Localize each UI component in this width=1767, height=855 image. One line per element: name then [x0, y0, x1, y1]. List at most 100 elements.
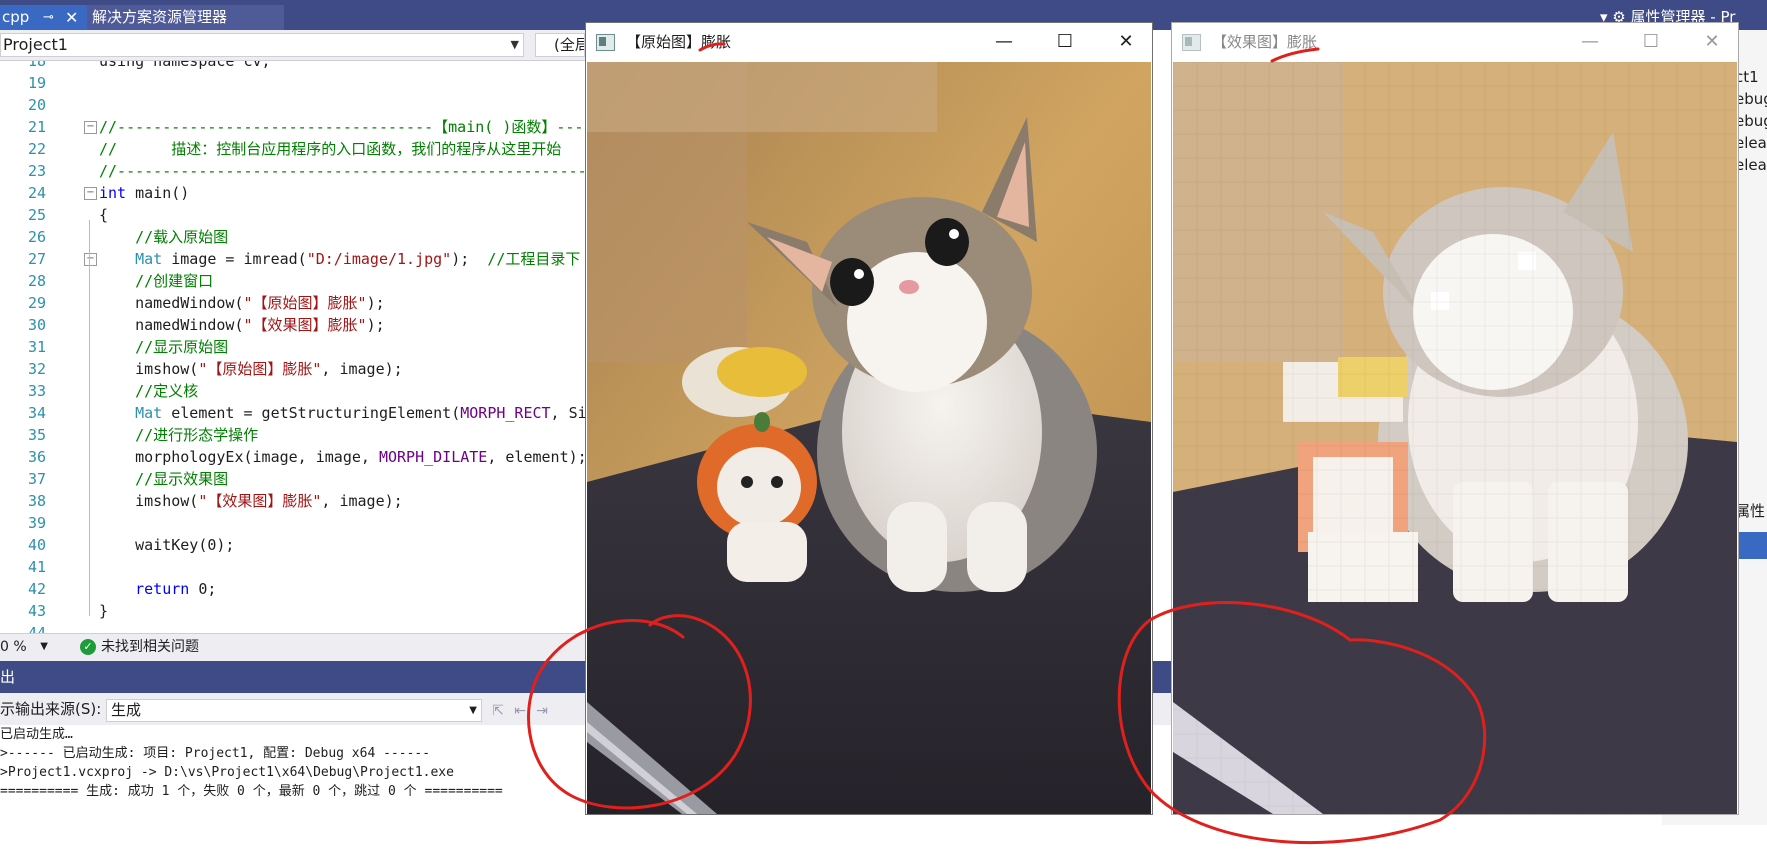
tab-close-icon[interactable]: ✕ — [65, 5, 78, 30]
line-number: 33 — [27, 382, 46, 400]
opencv-window-icon — [1182, 34, 1201, 51]
code-line[interactable]: imshow("【原始图】膨胀", image); — [99, 358, 403, 380]
fold-toggle-icon[interactable]: − — [84, 187, 97, 200]
code-token: //显示效果图 — [99, 470, 229, 488]
code-line[interactable]: morphologyEx(image, image, MORPH_DILATE,… — [99, 446, 585, 468]
code-token: Mat — [135, 250, 163, 268]
code-token: waitKey(0); — [99, 536, 235, 554]
pin-icon[interactable]: ⊸ — [43, 5, 54, 30]
solution-tree-item[interactable]: ebug — [1735, 88, 1767, 110]
code-token: using namespace cv; — [99, 61, 271, 70]
output-source-value: 生成 — [111, 701, 142, 719]
code-line[interactable]: //显示效果图 — [99, 468, 228, 490]
line-number: 24 — [27, 184, 46, 202]
line-number: 35 — [27, 426, 46, 444]
maximize-button[interactable]: ☐ — [1625, 23, 1677, 61]
code-line[interactable]: } — [99, 600, 108, 622]
code-line[interactable]: //载入原始图 — [99, 226, 228, 248]
output-panel-title: 出 — [0, 668, 16, 686]
code-token: namedWindow( — [99, 294, 244, 312]
window-effect[interactable]: 【效果图】膨胀 — ☐ ✕ — [1171, 22, 1739, 815]
code-line[interactable]: //创建窗口 — [99, 270, 213, 292]
document-tab-label: cpp — [2, 8, 30, 26]
line-number: 20 — [27, 96, 46, 114]
output-line: >------ 已启动生成: 项目: Project1, 配置: Debug x… — [0, 746, 431, 761]
code-token: , image); — [321, 492, 403, 510]
code-token: "【原始图】膨胀" — [198, 360, 322, 378]
code-token: int — [99, 184, 127, 202]
code-line[interactable]: { — [99, 204, 108, 226]
code-line[interactable]: //定义核 — [99, 380, 198, 402]
close-button[interactable]: ✕ — [1100, 23, 1152, 61]
line-number: 44 — [27, 624, 46, 633]
line-number: 39 — [27, 514, 46, 532]
output-line: 已启动生成… — [0, 727, 73, 742]
minimize-button[interactable]: — — [1564, 23, 1616, 61]
fold-toggle-icon[interactable]: − — [84, 121, 97, 134]
code-token: MORPH_RECT — [460, 404, 551, 422]
solution-tree-item[interactable]: eleas — [1735, 132, 1767, 154]
code-editor[interactable]: 18 using namespace cv; 19 20 21−//----------… — [0, 61, 585, 633]
code-token: namedWindow( — [99, 316, 244, 334]
code-token: main() — [126, 184, 190, 202]
output-line: ========== 生成: 成功 1 个，失败 0 个，最新 0 个，跳过 0… — [0, 784, 503, 799]
line-number: 36 — [27, 448, 46, 466]
code-line[interactable]: //-----------------------------------【ma… — [99, 116, 583, 138]
code-line[interactable]: namedWindow("【效果图】膨胀"); — [99, 314, 385, 336]
maximize-button[interactable]: ☐ — [1039, 23, 1091, 61]
chevron-down-icon: ▼ — [40, 641, 48, 652]
code-token: ); — [366, 316, 385, 334]
output-source-label: 示输出来源(S): — [0, 700, 102, 718]
line-number: 18 — [27, 61, 46, 70]
code-token: //显示原始图 — [99, 338, 229, 356]
goto-error-icon[interactable]: ⇱ — [488, 701, 508, 721]
code-line[interactable]: imshow("【效果图】膨胀", image); — [99, 490, 403, 512]
code-token: //定义核 — [99, 382, 199, 400]
code-token: , element); — [487, 448, 585, 466]
minimize-button[interactable]: — — [978, 23, 1030, 61]
scope-dropdown[interactable]: (全局 — [535, 33, 585, 57]
prev-message-icon[interactable]: ⇤ — [510, 701, 530, 721]
fold-toggle-icon[interactable]: − — [84, 253, 97, 266]
zoom-dropdown[interactable]: 0 % ▼ — [0, 637, 50, 657]
line-number: 41 — [27, 558, 46, 576]
project-dropdown[interactable]: Project1 ▼ — [0, 33, 524, 57]
line-number: 19 — [27, 74, 46, 92]
dilated-cat-photo — [1173, 62, 1737, 814]
code-line[interactable]: using namespace cv; — [99, 61, 271, 72]
solution-tree-item[interactable]: eleas — [1735, 154, 1767, 176]
document-tab-cpp[interactable]: cpp ⊸ ✕ — [0, 5, 87, 30]
line-number: 42 — [27, 580, 46, 598]
code-line[interactable]: // 描述：控制台应用程序的入口函数，我们的程序从这里开始 — [99, 138, 561, 160]
code-token: imshow( — [99, 492, 199, 510]
window-title: 【原始图】膨胀 — [626, 33, 732, 51]
line-number: 22 — [27, 140, 46, 158]
line-number: 38 — [27, 492, 46, 510]
line-number: 21 — [27, 118, 46, 136]
next-message-icon[interactable]: ⇥ — [532, 701, 552, 721]
close-button[interactable]: ✕ — [1686, 23, 1738, 61]
code-token: ); — [451, 250, 488, 268]
solution-tree-item[interactable]: ebug — [1735, 110, 1767, 132]
code-line[interactable]: //显示原始图 — [99, 336, 228, 358]
output-source-dropdown[interactable]: 生成 ▼ — [106, 699, 482, 722]
code-line[interactable]: namedWindow("【原始图】膨胀"); — [99, 292, 385, 314]
code-token: image = imread( — [162, 250, 307, 268]
zoom-value: 0 % — [0, 639, 27, 655]
code-line[interactable]: waitKey(0); — [99, 534, 234, 556]
line-number: 30 — [27, 316, 46, 334]
code-token: morphologyEx(image, image, — [99, 448, 379, 466]
code-token: } — [99, 602, 109, 620]
code-token: return — [135, 580, 190, 598]
code-token: //进行形态学操作 — [99, 426, 259, 444]
code-line[interactable]: //进行形态学操作 — [99, 424, 258, 446]
code-line[interactable]: //--------------------------------------… — [99, 160, 585, 182]
tab-solution-explorer[interactable]: 解决方案资源管理器 — [87, 5, 284, 30]
line-number: 40 — [27, 536, 46, 554]
code-line[interactable]: Mat element = getStructuringElement(MORP… — [99, 402, 585, 424]
code-line[interactable]: Mat image = imread("D:/image/1.jpg"); //… — [99, 248, 580, 270]
code-line[interactable]: return 0; — [99, 578, 216, 600]
code-line[interactable]: int main() — [99, 182, 189, 204]
window-original[interactable]: 【原始图】膨胀 — ☐ ✕ — [585, 22, 1153, 815]
